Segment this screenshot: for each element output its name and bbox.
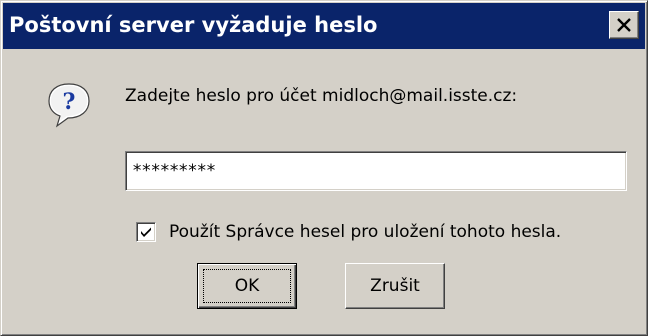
question-icon: ?: [45, 81, 93, 129]
close-icon: [617, 18, 631, 32]
window-title: Poštovní server vyžaduje heslo: [9, 13, 378, 37]
password-dialog: Poštovní server vyžaduje heslo ? Zadejte…: [0, 0, 648, 336]
password-input[interactable]: *********: [125, 151, 627, 191]
title-bar[interactable]: Poštovní server vyžaduje heslo: [3, 3, 645, 49]
password-value: *********: [132, 161, 216, 181]
remember-password-label[interactable]: Použít Správce hesel pro uložení tohoto …: [169, 221, 561, 243]
cancel-button[interactable]: Zrušit: [345, 263, 445, 309]
close-button[interactable]: [609, 11, 639, 39]
svg-text:?: ?: [63, 89, 76, 115]
remember-password-checkbox[interactable]: [136, 222, 156, 242]
password-prompt: Zadejte heslo pro účet midloch@mail.isst…: [125, 86, 518, 106]
cancel-button-label: Zrušit: [370, 276, 420, 296]
ok-button-label: OK: [234, 276, 260, 296]
ok-button[interactable]: OK: [197, 263, 297, 309]
checkmark-icon: [141, 227, 151, 237]
